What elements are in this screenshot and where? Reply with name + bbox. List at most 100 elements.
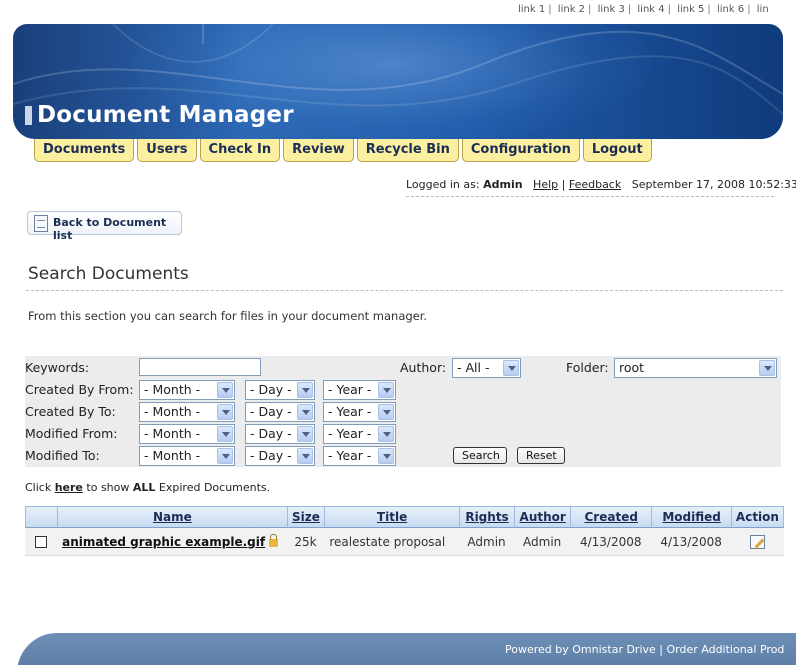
chevron-down-icon: [378, 404, 394, 420]
edit-icon[interactable]: [749, 534, 765, 549]
tab-configuration[interactable]: Configuration: [461, 139, 580, 162]
day-value: - Day -: [250, 426, 292, 441]
author-cell: Admin: [514, 528, 571, 556]
expired-documents-line: Click here to show ALL Expired Documents…: [25, 481, 270, 494]
sort-created-link[interactable]: Created: [585, 510, 638, 524]
tab-logout[interactable]: Logout: [582, 139, 652, 162]
expired-middle: to show: [86, 481, 130, 494]
sort-modified-link[interactable]: Modified: [662, 510, 721, 524]
chevron-down-icon: [297, 448, 313, 464]
folder-label: Folder:: [566, 360, 609, 375]
sort-author-link[interactable]: Author: [520, 510, 566, 524]
table-row: animated graphic example.gif 25k realest…: [25, 528, 784, 556]
sort-size-link[interactable]: Size: [292, 510, 320, 524]
order-products-link[interactable]: Order Additional Prod: [667, 643, 785, 656]
author-select[interactable]: - All -: [452, 358, 521, 378]
header-action: Action: [730, 506, 784, 528]
status-separator: |: [561, 178, 566, 191]
tab-users[interactable]: Users: [137, 139, 197, 162]
created-to-label: Created By To:: [25, 404, 116, 419]
modified-from-month-select[interactable]: - Month -: [139, 424, 235, 444]
year-value: - Year -: [328, 404, 372, 419]
search-button[interactable]: Search: [453, 447, 507, 464]
title-accent-bar: [25, 106, 32, 125]
header-author[interactable]: Author: [514, 506, 571, 528]
year-value: - Year -: [328, 426, 372, 441]
sort-name-link[interactable]: Name: [153, 510, 192, 524]
chevron-down-icon: [503, 360, 519, 376]
document-icon: [34, 215, 48, 232]
help-link[interactable]: Help: [533, 178, 558, 191]
folder-select[interactable]: root: [614, 358, 777, 378]
chevron-down-icon: [217, 404, 233, 420]
created-cell: 4/13/2008: [570, 528, 652, 556]
back-to-document-list-button[interactable]: Back to Document list: [27, 211, 182, 242]
created-from-year-select[interactable]: - Year -: [323, 380, 396, 400]
modified-to-year-select[interactable]: - Year -: [323, 446, 396, 466]
row-select-cell: [25, 528, 58, 556]
status-divider: [406, 196, 774, 197]
header-title[interactable]: Title: [324, 506, 459, 528]
modified-to-month-select[interactable]: - Month -: [139, 446, 235, 466]
created-to-day-select[interactable]: - Day -: [245, 402, 315, 422]
top-link-4[interactable]: link 4: [637, 4, 664, 15]
modified-to-day-select[interactable]: - Day -: [245, 446, 315, 466]
month-value: - Month -: [144, 426, 201, 441]
rights-cell: Admin: [458, 528, 515, 556]
header-modified[interactable]: Modified: [651, 506, 731, 528]
author-select-value: - All -: [457, 360, 490, 375]
header-size[interactable]: Size: [286, 506, 325, 528]
feedback-link[interactable]: Feedback: [569, 178, 621, 191]
month-value: - Month -: [144, 448, 201, 463]
top-link-3[interactable]: link 3: [598, 4, 625, 15]
created-to-year-select[interactable]: - Year -: [323, 402, 396, 422]
folder-select-value: root: [619, 360, 645, 375]
top-link-6[interactable]: link 6: [717, 4, 744, 15]
header-name[interactable]: Name: [57, 506, 287, 528]
modified-to-label: Modified To:: [25, 448, 100, 463]
header-rights[interactable]: Rights: [458, 506, 515, 528]
day-value: - Day -: [250, 448, 292, 463]
footer-text: Powered by Omnistar Drive | Order Additi…: [505, 643, 784, 656]
chevron-down-icon: [297, 382, 313, 398]
header-banner: Document Manager: [13, 24, 783, 139]
header-select: [25, 506, 58, 528]
created-to-month-select[interactable]: - Month -: [139, 402, 235, 422]
top-links: link 1 | link 2 | link 3 | link 4 | link 5 | …: [518, 4, 769, 15]
created-from-month-select[interactable]: - Month -: [139, 380, 235, 400]
chevron-down-icon: [217, 448, 233, 464]
app-title: Document Manager: [37, 102, 294, 128]
modified-from-day-select[interactable]: - Day -: [245, 424, 315, 444]
modified-from-year-select[interactable]: - Year -: [323, 424, 396, 444]
top-link-7[interactable]: lin: [757, 4, 769, 15]
footer: Powered by Omnistar Drive | Order Additi…: [17, 633, 796, 665]
sort-title-link[interactable]: Title: [377, 510, 407, 524]
tab-review[interactable]: Review: [283, 139, 354, 162]
created-from-day-select[interactable]: - Day -: [245, 380, 315, 400]
keywords-input[interactable]: [139, 358, 261, 376]
created-from-label: Created By From:: [25, 382, 134, 397]
tab-recycle-bin[interactable]: Recycle Bin: [356, 139, 459, 162]
reset-button[interactable]: Reset: [517, 447, 565, 464]
row-checkbox[interactable]: [35, 536, 48, 548]
action-cell: [730, 528, 784, 556]
expired-here-link[interactable]: here: [55, 481, 83, 494]
lock-icon: [269, 533, 279, 547]
chevron-down-icon: [217, 426, 233, 442]
month-value: - Month -: [144, 382, 201, 397]
top-link-5[interactable]: link 5: [677, 4, 704, 15]
top-link-2[interactable]: link 2: [558, 4, 585, 15]
header-created[interactable]: Created: [570, 506, 652, 528]
tab-check-in[interactable]: Check In: [199, 139, 281, 162]
chevron-down-icon: [297, 426, 313, 442]
page-title: Search Documents: [28, 264, 189, 284]
powered-by-text: Powered by Omnistar Drive: [505, 643, 656, 656]
name-cell: animated graphic example.gif: [57, 528, 287, 556]
top-link-1[interactable]: link 1: [518, 4, 545, 15]
expired-all: ALL: [132, 481, 156, 494]
chevron-down-icon: [378, 382, 394, 398]
document-name-link[interactable]: animated graphic example.gif: [62, 535, 265, 549]
search-form: Keywords: Author: - All - Folder: root C…: [25, 356, 781, 467]
sort-rights-link[interactable]: Rights: [465, 510, 508, 524]
tab-documents[interactable]: Documents: [34, 139, 135, 162]
